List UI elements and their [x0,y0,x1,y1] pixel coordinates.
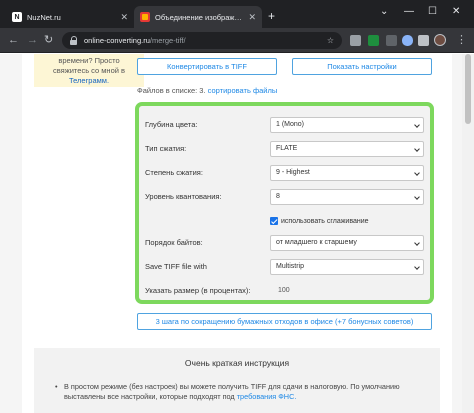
tab-nuznet[interactable]: N NuzNet.ru ✕ [6,6,134,28]
select-value: Multistrip [276,263,305,270]
chevron-down-icon [414,239,420,246]
chevron-down-icon [414,169,420,176]
color-depth-label: Глубина цвета: [145,120,198,129]
save-with-row: Save TIFF file with Multistrip [145,258,425,275]
browser-toolbar: ← → ↻ online-converting.ru/merge-tiff/ ☆… [0,28,474,53]
sort-files-link[interactable]: сортировать файлы [208,86,278,95]
notice-line: времени? Просто [58,56,120,65]
select-value: 8 [276,193,280,200]
byte-order-label: Порядок байтов: [145,238,203,247]
close-tab-icon[interactable]: ✕ [120,12,128,23]
compression-level-label: Степень сжатия: [145,168,203,177]
back-arrow-icon[interactable]: ← [8,33,19,47]
address-path: /merge-tiff/ [149,36,186,45]
extension-icon[interactable] [350,35,361,46]
tab-strip: N NuzNet.ru ✕ Объединение изображений в … [0,0,474,28]
tab-merge-tiff[interactable]: Объединение изображений в T ✕ [134,6,262,28]
compression-level-row: Степень сжатия: 9 - Highest [145,164,425,181]
new-tab-button[interactable]: + [268,10,275,22]
smoothing-label: использовать сглаживание [281,217,369,225]
extension-icon[interactable] [386,35,397,46]
paper-waste-tips-button[interactable]: 3 шага по сокращению бумажных отходов в … [137,313,432,330]
notice-line: свяжитесь со мной в [53,66,125,75]
smoothing-checkbox[interactable] [270,217,278,225]
save-with-select[interactable]: Multistrip [270,258,424,275]
chevron-down-icon [414,263,420,270]
browser-window: N NuzNet.ru ✕ Объединение изображений в … [0,0,474,413]
close-tab-icon[interactable]: ✕ [248,12,256,23]
quantization-level-label: Уровень квантования: [145,192,222,201]
convert-to-tiff-button[interactable]: Конвертировать в TIFF [137,58,277,75]
forward-arrow-icon[interactable]: → [27,33,38,47]
select-value: от младшего к старшему [276,239,357,246]
page-viewport: времени? Просто свяжитесь со мной в Теле… [0,54,474,413]
main-content: времени? Просто свяжитесь со мной в Теле… [22,54,452,413]
size-percent-input[interactable]: 100 [270,282,424,299]
chevron-down-icon [414,121,420,128]
byte-order-row: Порядок байтов: от младшего к старшему [145,234,425,251]
size-percent-row: Указать размер (в процентах): 100 [145,282,425,299]
extensions-puzzle-icon[interactable] [418,35,429,46]
compression-type-row: Тип сжатия: FLATE [145,140,425,157]
save-with-label: Save TIFF file with [145,262,207,271]
maximize-button[interactable]: ☐ [428,6,437,17]
size-percent-label: Указать размер (в процентах): [145,286,251,295]
telegram-notice: времени? Просто свяжитесь со мной в Теле… [34,54,144,87]
nuznet-favicon-icon: N [12,12,22,22]
profile-avatar[interactable] [434,34,446,46]
extension-icon[interactable] [368,35,379,46]
address-bar[interactable]: online-converting.ru/merge-tiff/ ☆ [62,32,342,49]
minimize-button[interactable]: — [404,6,414,17]
chevron-down-icon [414,193,420,200]
tab-search-icon[interactable]: ⌄ [380,6,388,17]
tab-title: NuzNet.ru [27,12,61,22]
page-scrollbar[interactable] [462,54,474,413]
instructions-item: В простом режиме (без настроек) вы может… [55,382,404,402]
fns-requirements-link[interactable]: требования ФНС. [237,392,297,401]
instructions-section: Очень краткая инструкция В простом режим… [34,348,440,413]
extension-icon[interactable] [402,35,413,46]
reload-icon[interactable]: ↻ [44,33,53,47]
quantization-level-row: Уровень квантования: 8 [145,188,425,205]
files-count-line: Файлов в списке: 3. сортировать файлы [137,86,277,95]
files-count: Файлов в списке: 3. [137,86,206,95]
bookmark-star-icon[interactable]: ☆ [327,36,334,45]
instructions-title: Очень краткая инструкция [184,358,290,368]
compression-type-label: Тип сжатия: [145,144,187,153]
byte-order-select[interactable]: от младшего к старшему [270,234,424,251]
quantization-level-select[interactable]: 8 [270,188,424,205]
chevron-down-icon [414,145,420,152]
settings-panel: Глубина цвета: 1 (Mono) Тип сжатия: FLAT… [135,102,434,304]
color-depth-select[interactable]: 1 (Mono) [270,116,424,133]
address-domain: online-converting.ru [84,36,150,45]
select-value: 9 - Highest [276,169,310,176]
menu-kebab-icon[interactable]: ⋮ [456,33,467,47]
smoothing-option[interactable]: использовать сглаживание [270,217,369,225]
telegram-link[interactable]: Телеграмм. [69,76,109,85]
color-depth-row: Глубина цвета: 1 (Mono) [145,116,425,133]
instructions-text: В простом режиме (без настроек) вы может… [64,382,400,401]
compression-type-select[interactable]: FLATE [270,140,424,157]
show-settings-button[interactable]: Показать настройки [292,58,432,75]
scrollbar-thumb[interactable] [465,54,471,124]
site-favicon-icon [140,12,150,22]
compression-level-select[interactable]: 9 - Highest [270,164,424,181]
select-value: FLATE [276,145,298,152]
lock-icon[interactable] [70,36,78,45]
tab-title: Объединение изображений в T [155,12,244,22]
close-window-button[interactable]: ✕ [452,6,460,17]
select-value: 1 (Mono) [276,121,305,128]
